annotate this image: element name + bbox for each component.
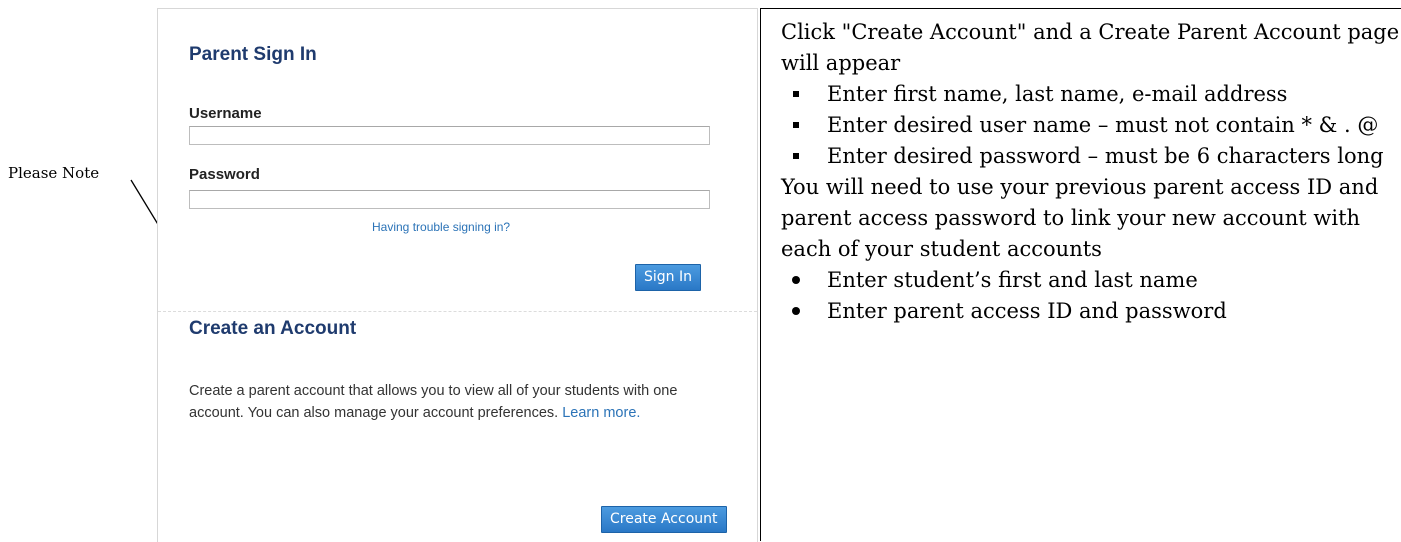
- username-label: Username: [189, 105, 262, 122]
- list-item: Enter desired user name – must not conta…: [781, 110, 1401, 141]
- instructions-steps-1: Enter first name, last name, e-mail addr…: [781, 79, 1401, 172]
- create-account-button[interactable]: Create Account: [601, 506, 727, 533]
- round-bullet-icon: [786, 296, 806, 327]
- password-input[interactable]: [189, 190, 710, 209]
- instructions-intro: Click "Create Account" and a Create Pare…: [781, 20, 1400, 75]
- instructions-middle: You will need to use your previous paren…: [781, 175, 1379, 261]
- square-bullet-icon: [786, 141, 806, 172]
- section-divider: [158, 311, 757, 312]
- sign-in-button[interactable]: Sign In: [635, 264, 701, 291]
- square-bullet-icon: [786, 110, 806, 141]
- list-item: Enter student’s first and last name: [781, 265, 1401, 296]
- sign-in-panel: Parent Sign In Username Password Having …: [157, 8, 758, 542]
- username-input[interactable]: [189, 126, 710, 145]
- square-bullet-icon: [786, 79, 806, 110]
- list-item: Enter parent access ID and password: [781, 296, 1401, 327]
- round-bullet-icon: [786, 265, 806, 296]
- instructions-box: Click "Create Account" and a Create Pare…: [760, 8, 1401, 541]
- password-label: Password: [189, 166, 260, 183]
- create-account-title: Create an Account: [189, 318, 357, 339]
- list-item: Enter first name, last name, e-mail addr…: [781, 79, 1401, 110]
- learn-more-link[interactable]: Learn more.: [562, 405, 640, 421]
- trouble-signing-in-link[interactable]: Having trouble signing in?: [372, 220, 510, 234]
- parent-sign-in-title: Parent Sign In: [189, 44, 317, 65]
- list-item: Enter desired password – must be 6 chara…: [781, 141, 1401, 172]
- create-account-description: Create a parent account that allows you …: [189, 380, 729, 424]
- instructions-steps-2: Enter student’s first and last name Ente…: [781, 265, 1401, 327]
